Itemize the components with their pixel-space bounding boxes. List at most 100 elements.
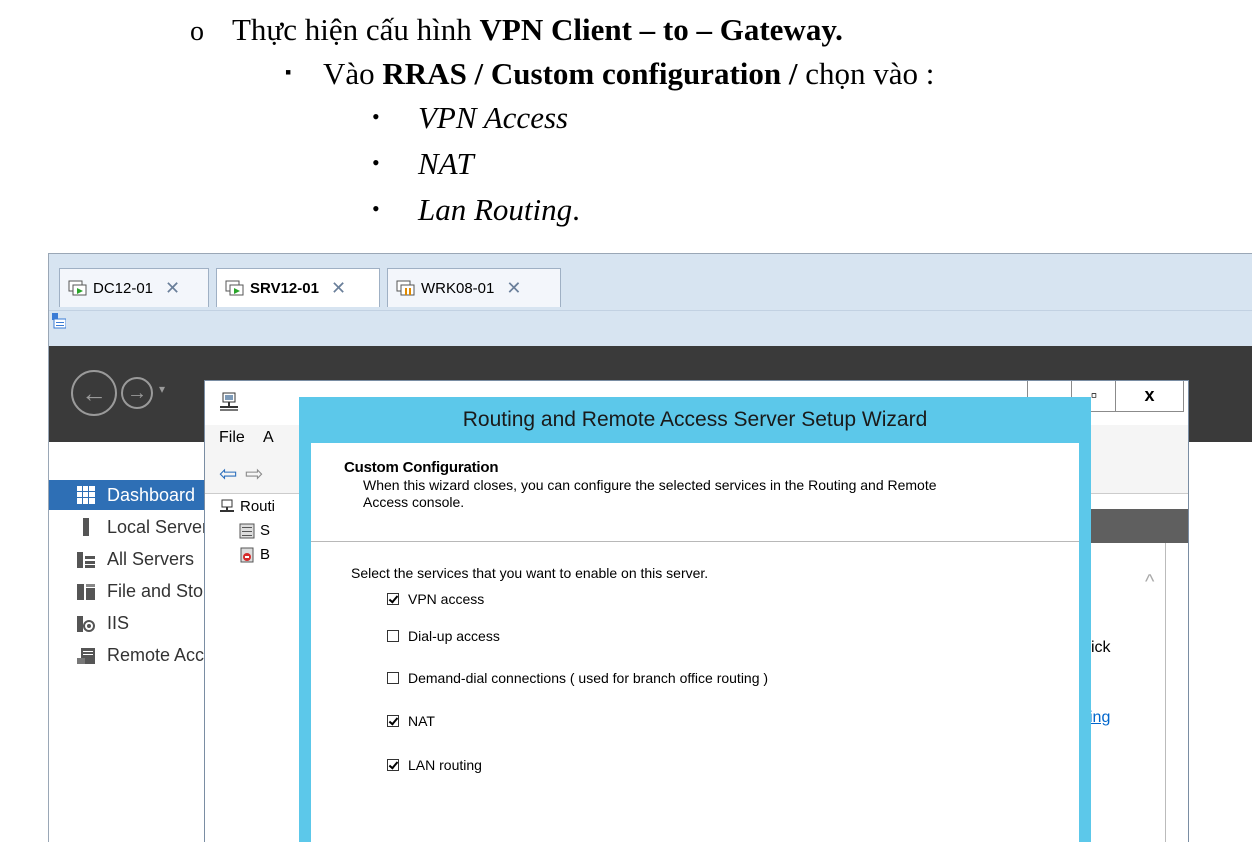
tab-dc12-01[interactable]: DC12-01 ✕ [59,268,209,307]
instruction-2-suffix: chọn vào : [797,56,935,91]
instruction-item-text: Lan Routing [418,192,573,227]
tree-node-label: B [260,546,271,563]
option-lan-routing[interactable]: LAN routing [387,757,482,773]
close-tab-icon[interactable]: ✕ [161,278,190,299]
sidebar-item-iis[interactable]: IIS [49,608,204,638]
tab-wrk08-01[interactable]: WRK08-01 ✕ [387,268,561,307]
scroll-up-icon[interactable]: ^ [1145,571,1154,594]
sidebar-item-file-storage[interactable]: File and Storage Services [49,576,204,606]
details-text: ick [1091,639,1111,656]
wizard-body: Custom Configuration When this wizard cl… [311,443,1079,842]
instruction-item-text: VPN Access [418,100,569,135]
wizard-header: Custom Configuration When this wizard cl… [311,443,1079,542]
rras-app-icon [219,392,239,412]
vm-console-screenshot: DC12-01 ✕ SRV12-01 ✕ WRK08-01 ✕ ← → ▾ Da… [48,253,1252,842]
server-icon [77,518,95,536]
dot-bullet: • [372,104,380,129]
forward-button[interactable]: → [121,377,153,409]
option-dial-up-access[interactable]: Dial-up access [387,628,500,644]
vpn-access-checkbox[interactable] [387,593,399,605]
close-button[interactable]: x [1115,381,1184,412]
instruction-line-2: ▪ Vào RRAS / Custom configuration / chọn … [285,56,934,92]
option-demand-dial[interactable]: Demand-dial connections ( used for branc… [387,670,768,686]
tab-label: SRV12-01 [250,279,319,297]
iis-icon [77,614,95,632]
option-label: VPN access [408,591,485,607]
setup-wizard-dialog: Routing and Remote Access Server Setup W… [299,397,1091,842]
vm-toolbar [49,310,1252,347]
sidebar-item-local-server[interactable]: Local Server [49,512,204,542]
instruction-line-1: o Thực hiện cấu hình VPN Client – to – Ga… [190,12,843,48]
instruction-2-prefix: Vào [323,56,383,91]
option-label: Dial-up access [408,628,500,644]
circle-bullet: o [190,16,204,47]
tab-label: DC12-01 [93,279,154,297]
tree-node-status[interactable]: S [239,522,270,539]
servers-icon [77,550,95,568]
history-dropdown-icon[interactable]: ▾ [159,382,165,396]
close-tab-icon[interactable]: ✕ [327,278,356,299]
tab-srv12-01[interactable]: SRV12-01 ✕ [216,268,380,307]
vm-paused-icon [396,278,416,298]
instruction-2-bold: RRAS / Custom configuration / [382,56,798,91]
sidebar-item-label: Remote Access [107,644,204,665]
menu-action[interactable]: A [263,429,274,447]
details-link[interactable]: ing [1089,709,1110,727]
sidebar-item-label: Local Server [107,516,204,537]
remote-access-icon [77,646,95,664]
sidebar-item-all-servers[interactable]: All Servers [49,544,204,574]
tree-node-label: Routi [240,498,276,515]
server-status-icon [239,523,255,539]
instruction-item-period: . [572,192,580,227]
back-arrow-icon[interactable]: ⇦ [219,461,237,487]
instruction-1-bold: VPN Client – to – Gateway. [479,12,843,47]
close-tab-icon[interactable]: ✕ [502,278,531,299]
sidebar-item-label: Dashboard [107,484,196,505]
option-label: NAT [408,713,435,729]
option-nat[interactable]: NAT [387,713,435,729]
vm-tab-bar: DC12-01 ✕ SRV12-01 ✕ WRK08-01 ✕ [49,254,1252,310]
menu-file[interactable]: File [219,429,245,447]
option-label: LAN routing [408,757,482,773]
demand-dial-checkbox[interactable] [387,672,399,684]
dot-bullet: • [372,196,380,221]
file-storage-icon [77,582,95,600]
instruction-1-prefix: Thực hiện cấu hình [232,12,480,47]
sidebar-item-label: File and Storage Services [107,580,204,601]
dashboard-icon [77,486,95,504]
wizard-heading: Custom Configuration [344,459,499,476]
instruction-item: • VPN Access [372,100,568,136]
nat-checkbox[interactable] [387,715,399,727]
rras-tree: Routi S B [205,494,300,842]
server-stopped-icon [239,547,255,563]
instruction-document: o Thực hiện cấu hình VPN Client – to – Ga… [0,0,1252,250]
wizard-description: When this wizard closes, you can configu… [363,477,937,510]
option-label: Demand-dial connections ( used for branc… [408,670,769,686]
dot-bullet: • [372,150,380,175]
tree-node-routing[interactable]: Routi [219,498,275,515]
square-bullet: ▪ [285,62,292,82]
scrollbar-track[interactable] [1165,543,1166,842]
dial-up-access-checkbox[interactable] [387,630,399,642]
wizard-prompt: Select the services that you want to ena… [351,565,709,581]
rras-details-pane: ^ ick ing [1083,509,1188,842]
instruction-item-text: NAT [418,146,474,181]
instruction-item: • NAT [372,146,474,182]
server-computer-icon [219,499,235,515]
vm-running-icon [225,278,245,298]
vm-console-icon[interactable] [52,313,67,329]
tree-node-server[interactable]: B [239,546,270,563]
sidebar-item-dashboard[interactable]: Dashboard [49,480,204,510]
tree-node-label: S [260,522,271,539]
server-manager-sidebar: Dashboard Local Server All Servers File … [49,442,204,842]
back-button[interactable]: ← [71,370,117,416]
sidebar-item-label: All Servers [107,548,195,569]
lan-routing-checkbox[interactable] [387,759,399,771]
option-vpn-access[interactable]: VPN access [387,591,484,607]
tab-label: WRK08-01 [421,279,495,297]
sidebar-item-remote-access[interactable]: Remote Access [49,640,204,670]
details-header [1083,509,1188,543]
forward-arrow-icon[interactable]: ⇨ [245,461,263,487]
vm-running-icon [68,278,88,298]
sidebar-item-label: IIS [107,612,130,633]
